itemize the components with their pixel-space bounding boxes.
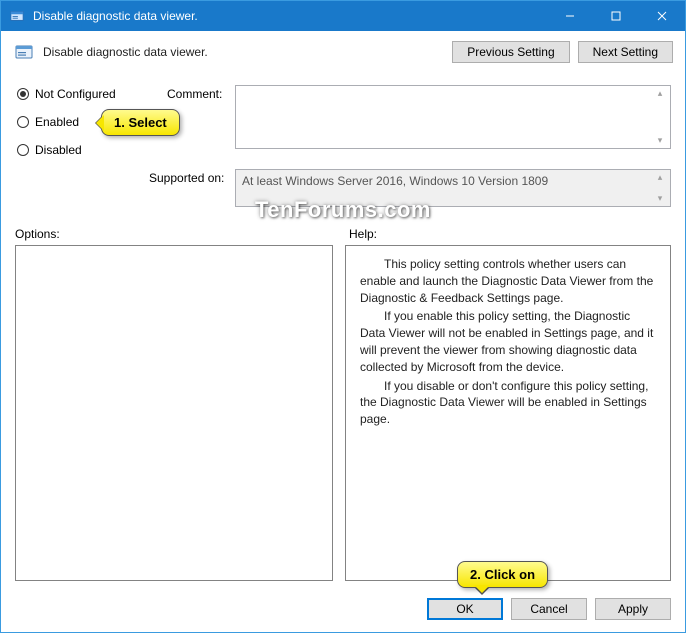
radio-icon bbox=[17, 88, 29, 100]
window-title: Disable diagnostic data viewer. bbox=[33, 9, 547, 23]
radio-icon bbox=[17, 144, 29, 156]
policy-icon bbox=[13, 41, 35, 63]
help-paragraph: If you disable or don't configure this p… bbox=[360, 378, 656, 428]
cancel-button[interactable]: Cancel bbox=[511, 598, 587, 620]
comment-label: Comment: bbox=[167, 87, 222, 101]
radio-disabled[interactable]: Disabled bbox=[17, 143, 116, 157]
chevron-up-icon[interactable]: ▴ bbox=[652, 172, 668, 183]
help-paragraph: This policy setting controls whether use… bbox=[360, 256, 656, 306]
help-panel: This policy setting controls whether use… bbox=[345, 245, 671, 581]
policy-title: Disable diagnostic data viewer. bbox=[43, 45, 444, 59]
options-label: Options: bbox=[15, 227, 60, 241]
help-paragraph: If you enable this policy setting, the D… bbox=[360, 308, 656, 375]
radio-label: Disabled bbox=[35, 143, 82, 157]
options-panel bbox=[15, 245, 333, 581]
radio-label: Not Configured bbox=[35, 87, 116, 101]
minimize-button[interactable] bbox=[547, 1, 593, 31]
annotation-click-on: 2. Click on bbox=[457, 561, 548, 588]
footer-buttons: OK Cancel Apply bbox=[427, 598, 671, 620]
next-setting-button[interactable]: Next Setting bbox=[578, 41, 673, 63]
scroll-arrows: ▴ ▾ bbox=[652, 88, 668, 146]
header-row: Disable diagnostic data viewer. Previous… bbox=[13, 41, 673, 63]
help-label: Help: bbox=[349, 227, 377, 241]
radio-not-configured[interactable]: Not Configured bbox=[17, 87, 116, 101]
supported-on-label: Supported on: bbox=[149, 171, 224, 185]
previous-setting-button[interactable]: Previous Setting bbox=[452, 41, 569, 63]
supported-on-value: At least Windows Server 2016, Windows 10… bbox=[242, 174, 548, 188]
scroll-arrows: ▴ ▾ bbox=[652, 172, 668, 204]
titlebar: Disable diagnostic data viewer. bbox=[1, 1, 685, 31]
policy-window-icon bbox=[9, 8, 25, 24]
annotation-select: 1. Select bbox=[101, 109, 180, 136]
radio-label: Enabled bbox=[35, 115, 79, 129]
comment-textarea[interactable]: ▴ ▾ bbox=[235, 85, 671, 149]
chevron-down-icon[interactable]: ▾ bbox=[652, 193, 668, 204]
close-button[interactable] bbox=[639, 1, 685, 31]
window-controls bbox=[547, 1, 685, 31]
apply-button[interactable]: Apply bbox=[595, 598, 671, 620]
ok-button[interactable]: OK bbox=[427, 598, 503, 620]
chevron-up-icon[interactable]: ▴ bbox=[652, 88, 668, 99]
maximize-button[interactable] bbox=[593, 1, 639, 31]
supported-on-text: At least Windows Server 2016, Windows 10… bbox=[235, 169, 671, 207]
radio-icon bbox=[17, 116, 29, 128]
chevron-down-icon[interactable]: ▾ bbox=[652, 135, 668, 146]
